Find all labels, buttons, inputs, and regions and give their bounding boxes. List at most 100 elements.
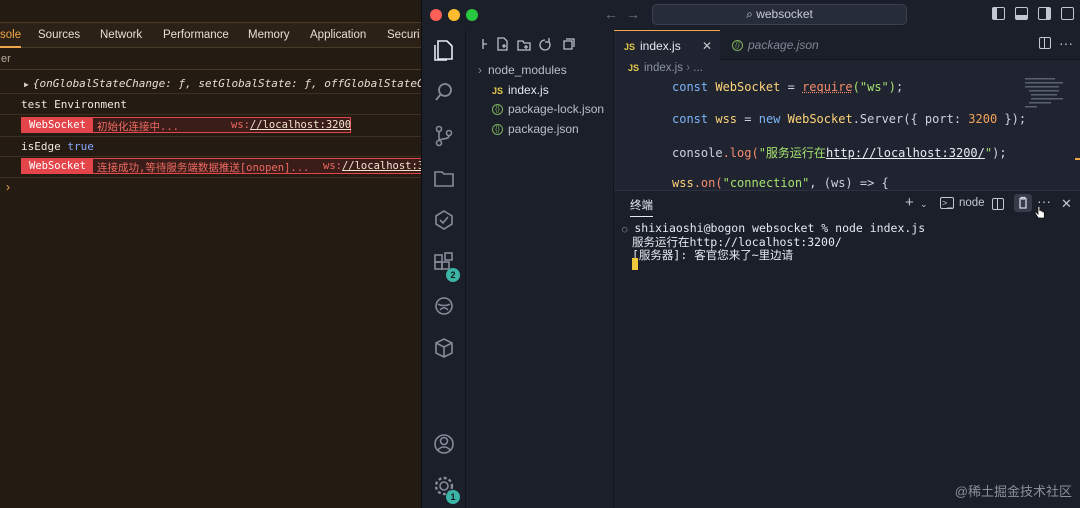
tab-performance[interactable]: Performance xyxy=(163,23,229,48)
account-icon[interactable] xyxy=(430,430,458,458)
devtools-tabbar: sole Sources Network Performance Memory … xyxy=(0,22,421,48)
tab-network[interactable]: Network xyxy=(100,23,142,48)
close-tab-icon[interactable]: ✕ xyxy=(702,31,712,61)
console-log-env: test Environment xyxy=(0,95,421,115)
ws-url[interactable]: ws://localhost:3200 xyxy=(231,119,351,131)
panel-header: 终端 + ⌄ >_ node ··· ✕ xyxy=(614,191,1080,217)
console-object-entry[interactable]: ▶ {onGlobalStateChange: ƒ, setGlobalState… xyxy=(0,74,421,94)
customize-layout-icon[interactable] xyxy=(1061,7,1074,20)
explorer-icon[interactable] xyxy=(430,36,458,64)
explorer-item-package-json[interactable]: {} package.json xyxy=(478,119,579,139)
tab-package-json[interactable]: {} package.json xyxy=(722,30,862,60)
testing-icon[interactable] xyxy=(430,206,458,234)
command-status-circle-icon: ○ xyxy=(622,225,627,235)
console-websocket-entry: WebSocket 初始化连接中... ws://localhost:3200 xyxy=(21,117,351,133)
code-line-3: console.log("服务运行在http://localhost:3200/… xyxy=(672,144,1007,161)
split-editor-icon[interactable] xyxy=(1039,37,1051,49)
title-bar: ← → ⌕ websocket xyxy=(422,0,1080,30)
command-center-search[interactable]: ⌕ websocket xyxy=(652,4,907,25)
console-filter-input[interactable]: er xyxy=(0,48,421,70)
explorer-toolbar xyxy=(480,36,580,54)
copilot-icon[interactable] xyxy=(430,292,458,320)
isedge-label: isEdge xyxy=(21,140,61,153)
extensions-icon[interactable]: 2 xyxy=(430,250,458,278)
search-icon: ⌕ xyxy=(746,7,753,21)
extensions-badge: 2 xyxy=(446,268,460,282)
explorer-item-index-js[interactable]: JS index.js xyxy=(478,80,549,100)
tab-sources[interactable]: Sources xyxy=(38,23,80,48)
collapse-icon xyxy=(564,39,574,49)
new-folder-icon xyxy=(518,41,530,50)
vscode-window: ← → ⌕ websocket 2 1 › node_modules JS in… xyxy=(421,0,1080,508)
console-websocket-entry: WebSocket 连接成功,等待服务端数据推送[onopen]... ws:/… xyxy=(21,158,421,174)
json-file-icon: {} xyxy=(732,40,743,51)
watermark: @稀土掘金技术社区 xyxy=(955,481,1072,500)
terminal-node-label[interactable]: node xyxy=(959,197,985,209)
package-icon[interactable] xyxy=(430,334,458,362)
code-line-1: const WebSocket = require("ws"); xyxy=(672,80,903,94)
terminal-panel: 终端 + ⌄ >_ node ··· ✕ ○ shixiaoshi@bogon … xyxy=(614,190,1080,508)
tab-console[interactable]: sole xyxy=(0,23,21,48)
editor-tabs: JS index.js ✕ {} package.json ··· xyxy=(614,30,1080,60)
zoom-window-button[interactable] xyxy=(466,9,478,21)
forward-arrow-icon[interactable]: → xyxy=(626,6,640,22)
expand-triangle-icon[interactable]: ▶ xyxy=(24,75,29,94)
trash-icon xyxy=(1014,194,1032,212)
code-line-2: const wss = new WebSocket.Server({ port:… xyxy=(672,112,1026,126)
scrollbar-marker xyxy=(1075,158,1080,160)
json-file-icon: {} xyxy=(492,104,503,115)
explorer-item-package-lock[interactable]: {} package-lock.json xyxy=(478,99,604,119)
terminal-cursor xyxy=(632,258,638,270)
ws-url[interactable]: ws://localhost:32 xyxy=(323,160,421,172)
more-actions-icon[interactable]: ··· xyxy=(1037,193,1051,209)
chevron-right-icon: › xyxy=(478,63,482,77)
close-panel-icon[interactable]: ✕ xyxy=(1061,196,1072,212)
terminal-line: ○ shixiaoshi@bogon websocket % node inde… xyxy=(622,221,925,235)
tab-terminal[interactable]: 终端 xyxy=(630,197,653,217)
ws-message: 初始化连接中... xyxy=(97,119,179,134)
terminal-line: [服务器]: 客官您来了~里边请 xyxy=(632,247,793,263)
refresh-icon xyxy=(540,38,550,50)
folder-icon[interactable] xyxy=(430,164,458,192)
minimize-window-button[interactable] xyxy=(448,9,460,21)
settings-badge: 1 xyxy=(446,490,460,504)
minimap[interactable] xyxy=(1025,78,1071,114)
ws-message: 连接成功,等待服务端数据推送[onopen]... xyxy=(97,160,309,175)
object-preview: {onGlobalStateChange: ƒ, setGlobalState:… xyxy=(33,77,421,90)
terminal-icon: >_ xyxy=(940,197,954,209)
search-icon[interactable] xyxy=(430,78,458,106)
code-editor[interactable]: JS index.js ✕ {} package.json ··· JS index.… xyxy=(614,30,1080,190)
js-file-icon: JS xyxy=(628,63,644,73)
tab-memory[interactable]: Memory xyxy=(248,23,290,48)
explorer-item-node-modules[interactable]: › node_modules xyxy=(478,60,567,80)
console-prompt[interactable]: › xyxy=(6,180,10,194)
outline-icon xyxy=(483,39,487,49)
more-actions-icon[interactable]: ··· xyxy=(1059,35,1073,51)
toggle-panel-icon[interactable] xyxy=(1015,7,1028,20)
split-terminal-icon[interactable] xyxy=(992,198,1004,210)
settings-gear-icon[interactable]: 1 xyxy=(430,472,458,500)
js-file-icon: JS xyxy=(492,81,508,101)
close-window-button[interactable] xyxy=(430,9,442,21)
activity-bar: 2 1 xyxy=(422,30,466,508)
json-file-icon: {} xyxy=(492,124,503,135)
back-arrow-icon[interactable]: ← xyxy=(604,6,618,22)
js-file-icon: JS xyxy=(624,32,640,62)
workspace-name: websocket xyxy=(756,7,813,21)
chevron-down-icon[interactable]: ⌄ xyxy=(920,199,928,210)
tab-index-js[interactable]: JS index.js ✕ xyxy=(614,30,720,60)
source-control-icon[interactable] xyxy=(430,122,458,150)
tab-application[interactable]: Application xyxy=(310,23,366,48)
isedge-value: true xyxy=(67,140,94,153)
new-file-icon xyxy=(498,38,507,50)
tab-security[interactable]: Securi xyxy=(387,23,420,48)
kill-terminal-button[interactable] xyxy=(1014,194,1032,212)
console-log-isedge: isEdge true xyxy=(0,137,421,157)
add-terminal-icon[interactable]: + xyxy=(905,194,914,211)
file-explorer: › node_modules JS index.js {} package-lock.… xyxy=(466,30,614,508)
websocket-badge: WebSocket xyxy=(22,159,93,173)
code-line-4: wss.on("connection", (ws) => { xyxy=(672,176,889,190)
toggle-sidebar-icon[interactable] xyxy=(992,7,1005,20)
breadcrumb[interactable]: JS index.js › ... xyxy=(628,62,703,74)
toggle-secondary-sidebar-icon[interactable] xyxy=(1038,7,1051,20)
